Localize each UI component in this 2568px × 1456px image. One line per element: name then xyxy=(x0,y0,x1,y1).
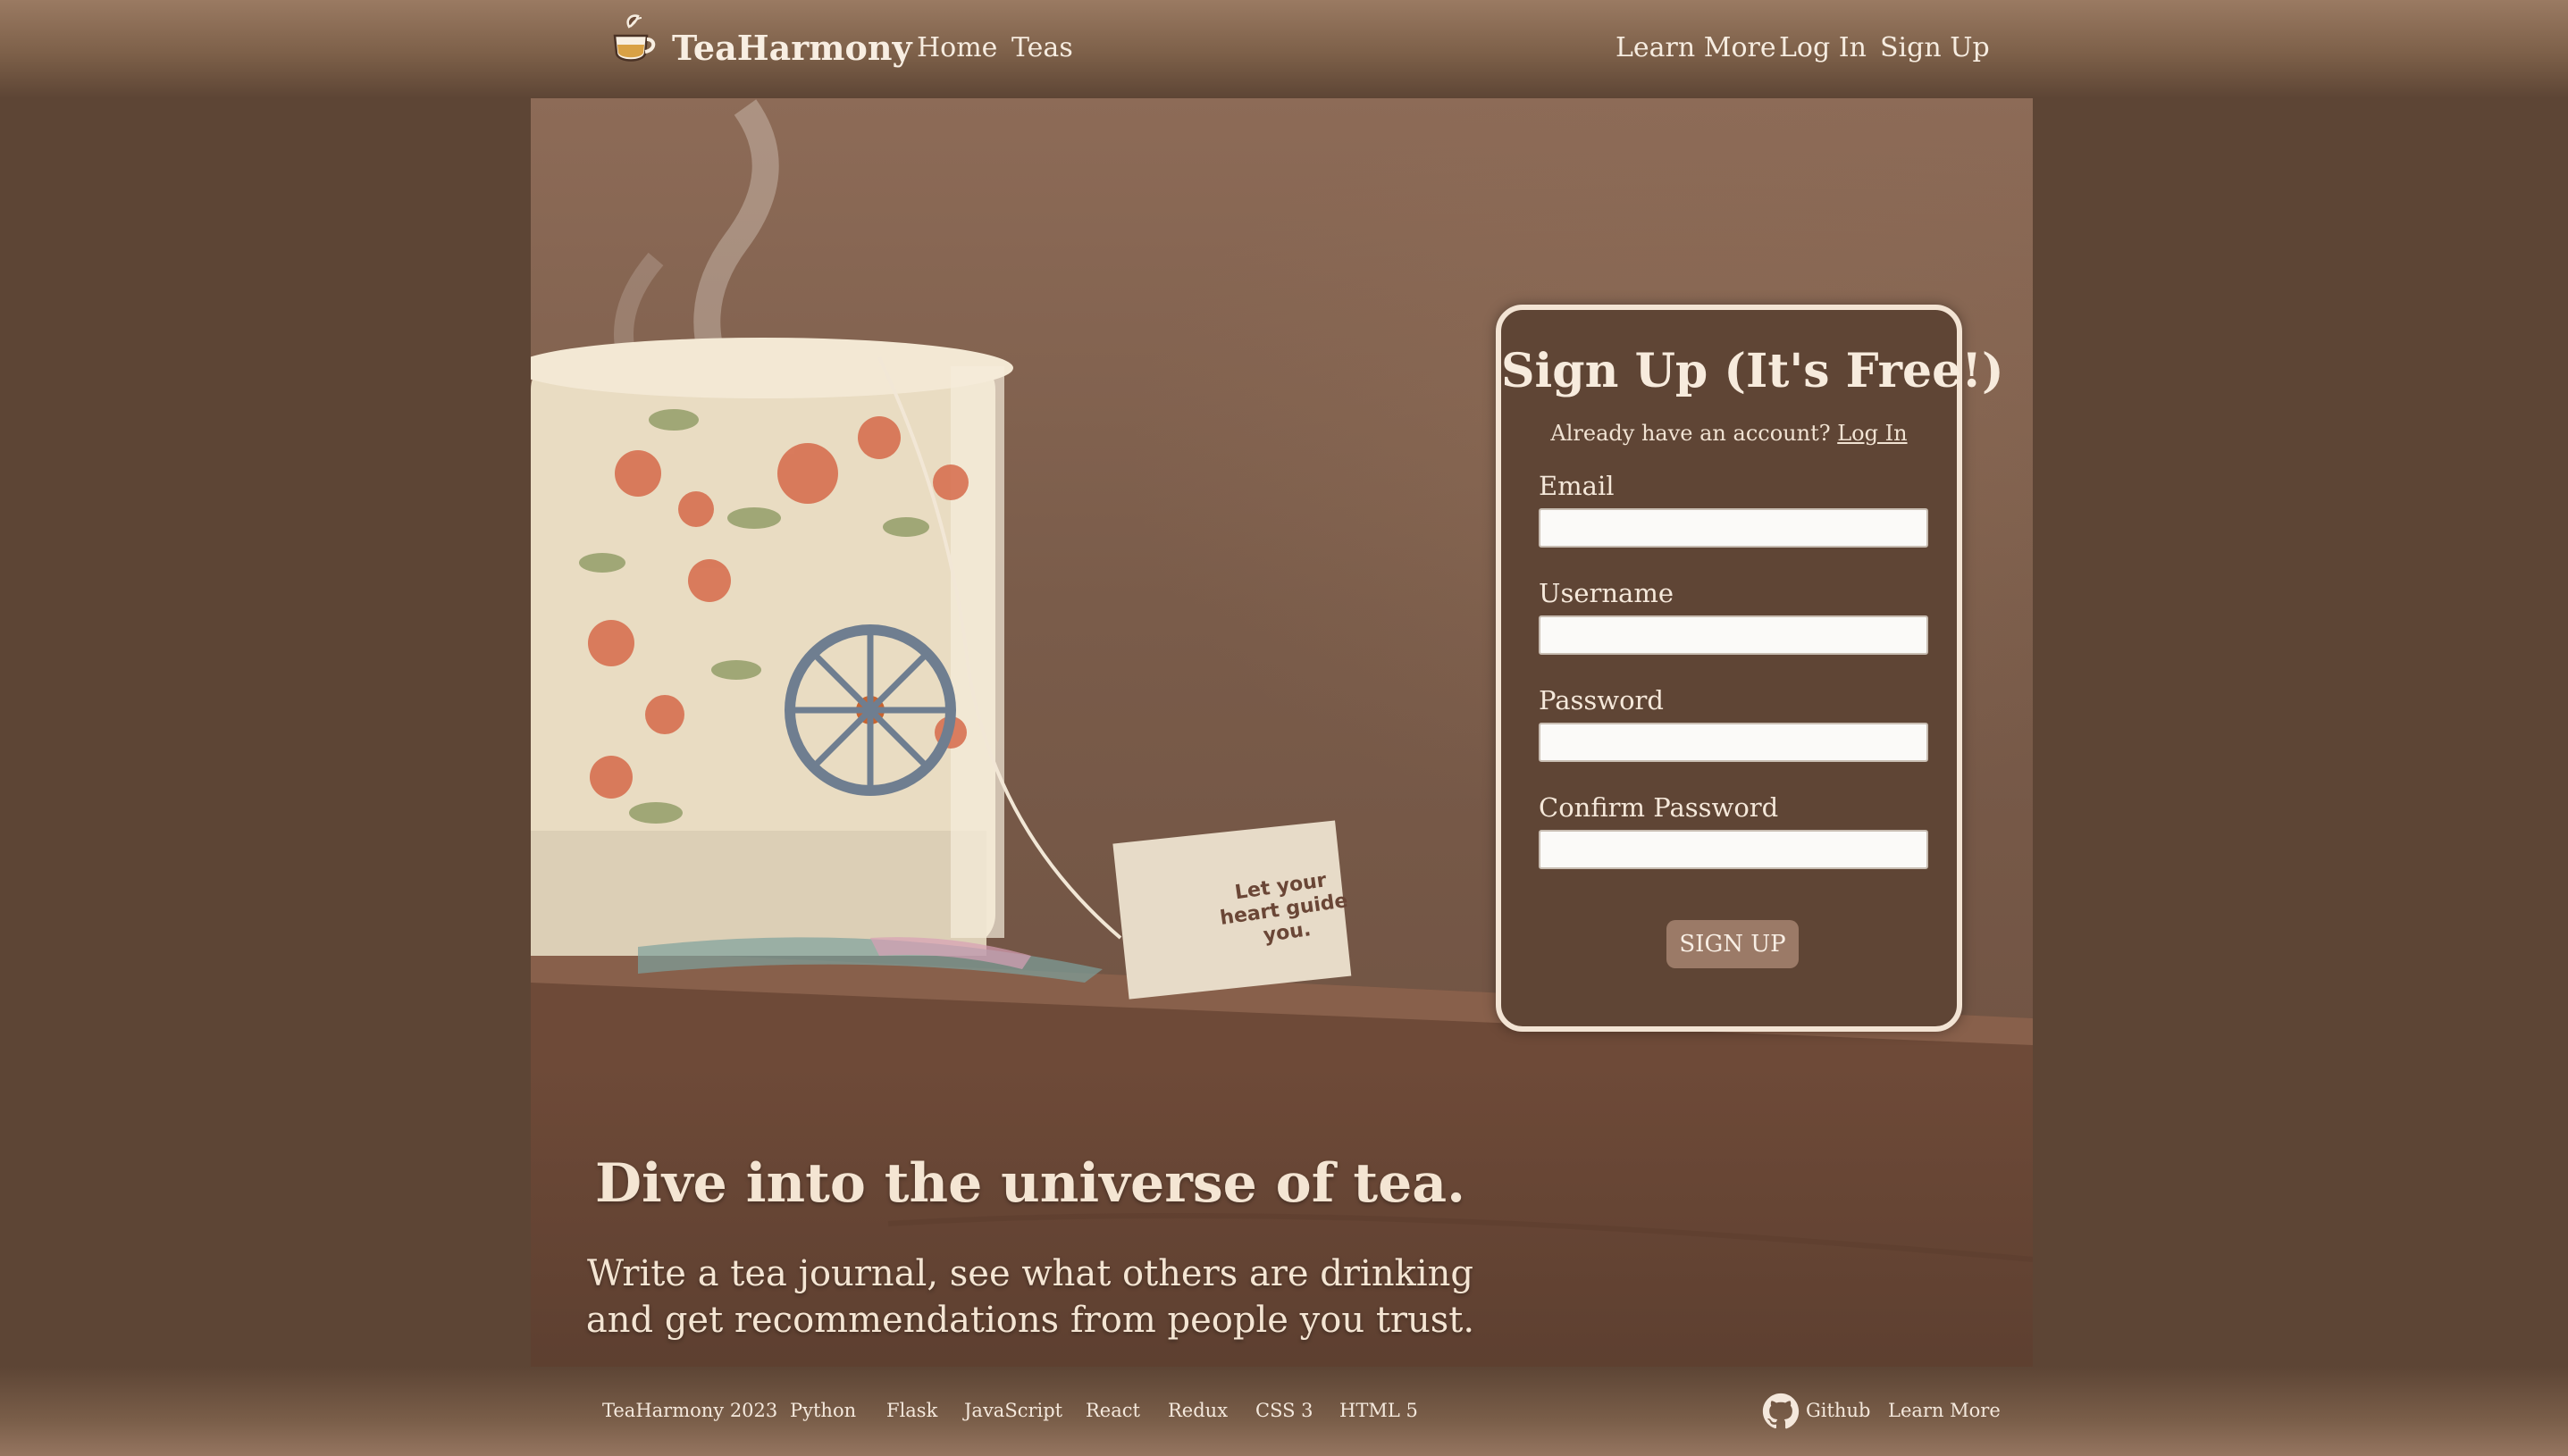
github-icon[interactable] xyxy=(1762,1393,1800,1430)
footer-html5[interactable]: HTML 5 xyxy=(1339,1400,1418,1421)
nav-home[interactable]: Home xyxy=(917,32,997,63)
username-label: Username xyxy=(1539,578,1674,608)
footer-copyright: TeaHarmony 2023 xyxy=(602,1400,778,1421)
signup-subtitle-text: Already have an account? xyxy=(1550,421,1831,446)
password-field[interactable] xyxy=(1539,723,1928,762)
footer-learn-more[interactable]: Learn More xyxy=(1888,1400,2001,1421)
signup-title: Sign Up (It's Free!) xyxy=(1501,344,2004,398)
confirm-password-label: Confirm Password xyxy=(1539,792,1779,823)
footer-css3[interactable]: CSS 3 xyxy=(1255,1400,1313,1421)
password-label: Password xyxy=(1539,685,1664,715)
signup-card: Sign Up (It's Free!) Already have an acc… xyxy=(1496,305,2004,1032)
footer-github[interactable]: Github xyxy=(1806,1400,1870,1421)
footer-redux[interactable]: Redux xyxy=(1168,1400,1228,1421)
confirm-password-field[interactable] xyxy=(1539,830,1928,869)
footer-javascript[interactable]: JavaScript xyxy=(964,1400,1062,1421)
nav-sign-up[interactable]: Sign Up xyxy=(1880,32,1990,63)
footer-flask[interactable]: Flask xyxy=(886,1400,937,1421)
username-field[interactable] xyxy=(1539,615,1928,655)
hero-subtitle: Write a tea journal, see what others are… xyxy=(585,1253,1475,1341)
email-label: Email xyxy=(1539,471,1615,501)
nav-log-in[interactable]: Log In xyxy=(1779,32,1867,63)
hero-title: Dive into the universe of tea. xyxy=(594,1152,1466,1215)
footer-react[interactable]: React xyxy=(1086,1400,1140,1421)
signup-subtitle: Already have an account? Log In xyxy=(1501,421,1957,446)
nav-learn-more[interactable]: Learn More xyxy=(1615,32,1776,63)
footer-python[interactable]: Python xyxy=(790,1400,856,1421)
login-link[interactable]: Log In xyxy=(1837,421,1907,446)
brand-name[interactable]: TeaHarmony xyxy=(672,28,912,68)
nav-teas[interactable]: Teas xyxy=(1011,32,1073,63)
signup-button[interactable]: SIGN UP xyxy=(1666,920,1799,968)
teacup-logo-icon[interactable] xyxy=(606,11,659,70)
email-field[interactable] xyxy=(1539,508,1928,548)
top-navbar xyxy=(0,0,2568,98)
